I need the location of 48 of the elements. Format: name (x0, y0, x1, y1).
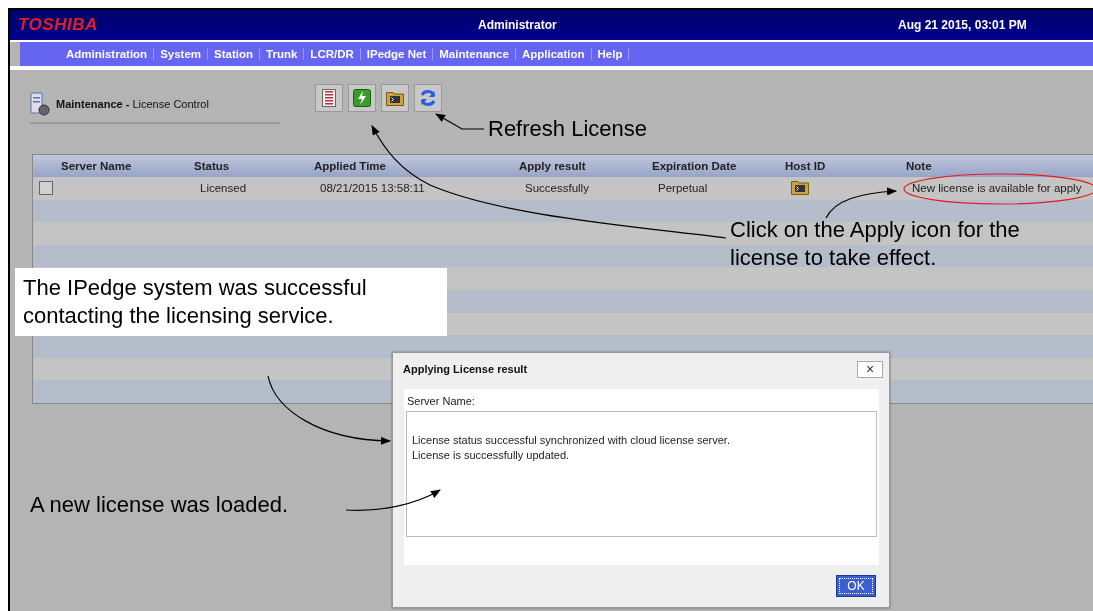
menu-item[interactable]: Trunk (260, 48, 305, 60)
column-header: Host ID (785, 160, 827, 172)
ok-button[interactable]: OK (836, 575, 876, 597)
dialog-title: Applying License result (403, 363, 528, 375)
menu-item[interactable]: Administration (60, 48, 155, 60)
refresh-icon (418, 88, 438, 108)
date-time: Aug 21 2015, 03:01 PM (898, 18, 1027, 32)
column-header: Apply result (519, 160, 587, 172)
message-text: License status successful synchronized with cloud license server. (412, 434, 731, 446)
table-cell-text: New license is available for apply (911, 182, 1083, 195)
checkbox[interactable] (39, 181, 53, 196)
menu-item[interactable]: System (154, 48, 209, 60)
apply-button[interactable] (348, 84, 376, 112)
menu-item[interactable]: Help (591, 48, 630, 60)
menu-item[interactable]: Maintenance (433, 48, 516, 60)
column-header: Status (194, 160, 231, 172)
column-header: Server Name (61, 160, 133, 172)
menu-item[interactable]: Application (515, 48, 592, 60)
message-text: License is successfully updated. (412, 449, 571, 461)
user-name: Administrator (478, 18, 558, 32)
table-cell-text: Perpetual (657, 182, 709, 195)
callout-text: Click on the Apply icon for the license to take effect. (730, 216, 1021, 272)
callout-text: Refresh License (488, 115, 647, 143)
callout-text: A new license was loaded. (30, 491, 289, 519)
refresh-button[interactable] (414, 84, 442, 112)
field-label: Server Name: (406, 395, 476, 407)
menu-item[interactable]: Station (208, 48, 261, 60)
column-header: Note (906, 160, 933, 172)
logo: TOSHIBA (18, 15, 99, 35)
list-button[interactable] (315, 84, 343, 112)
table-cell-text: Licensed (199, 182, 248, 195)
menu-item[interactable]: IPedge Net (360, 48, 434, 60)
annotation-arrow (825, 187, 897, 219)
column-header: Applied Time (314, 160, 387, 172)
folder-terminal-icon (791, 179, 809, 196)
server-gear-icon (30, 92, 50, 116)
menu-item[interactable]: LCR/DR (304, 48, 361, 60)
page-title: Maintenance - License Control (56, 98, 209, 110)
table-row[interactable]: Licensed 08/21/2015 13:58:11 Successfully Perpetual New license is available for apply (33, 177, 1093, 200)
close-button[interactable]: × (857, 360, 883, 378)
table-cell-text: 08/21/2015 13:58:11 (319, 182, 426, 195)
lightning-icon (353, 89, 371, 107)
table-cell-text: Successfully (524, 182, 590, 195)
console-button[interactable] (381, 84, 409, 112)
callout-text: The IPedge system was successful contacting the licensing service. (15, 268, 447, 336)
column-header: Expiration Date (652, 160, 738, 172)
list-icon (322, 89, 336, 107)
folder-terminal-icon (386, 90, 404, 106)
